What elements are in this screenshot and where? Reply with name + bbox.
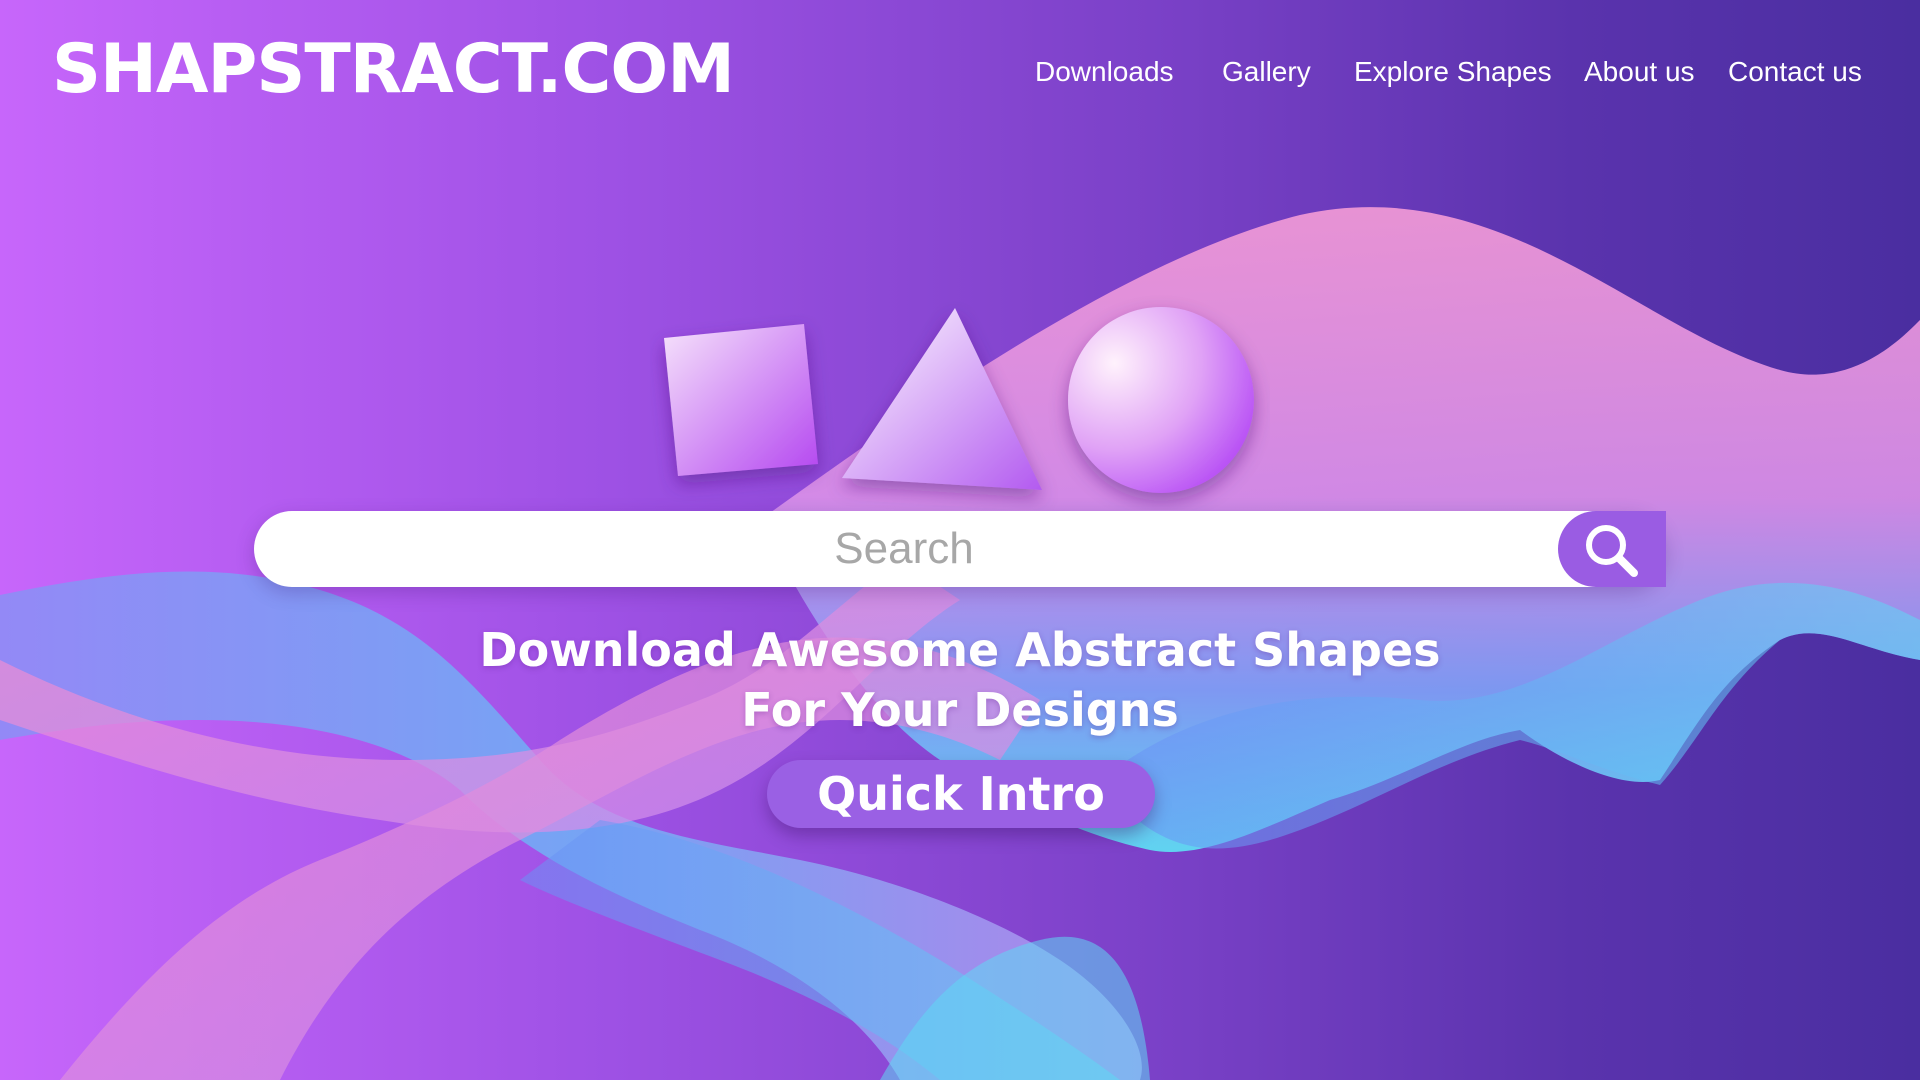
nav-item-about-us[interactable]: About us — [1584, 56, 1695, 88]
nav-item-explore-shapes[interactable]: Explore Shapes — [1354, 56, 1552, 88]
search-input[interactable] — [254, 511, 1554, 587]
triangle-icon — [842, 308, 1042, 490]
search-bar — [254, 511, 1666, 587]
nav-item-gallery[interactable]: Gallery — [1222, 56, 1311, 88]
nav-item-downloads[interactable]: Downloads — [1035, 56, 1174, 88]
headline-line-1: Download Awesome Abstract Shapes — [479, 623, 1441, 677]
search-button[interactable] — [1558, 511, 1666, 587]
nav-item-contact-us[interactable]: Contact us — [1728, 56, 1862, 88]
quick-intro-button[interactable]: Quick Intro — [767, 760, 1155, 828]
headline-line-2: For Your Designs — [741, 683, 1179, 737]
square-icon — [664, 324, 818, 476]
circle-icon — [1068, 307, 1254, 493]
main-nav: Downloads Gallery Explore Shapes About u… — [0, 56, 1920, 96]
search-icon — [1586, 525, 1638, 577]
hero-headline: Download Awesome Abstract Shapes For You… — [0, 620, 1920, 740]
hero-shapes — [650, 290, 1270, 510]
